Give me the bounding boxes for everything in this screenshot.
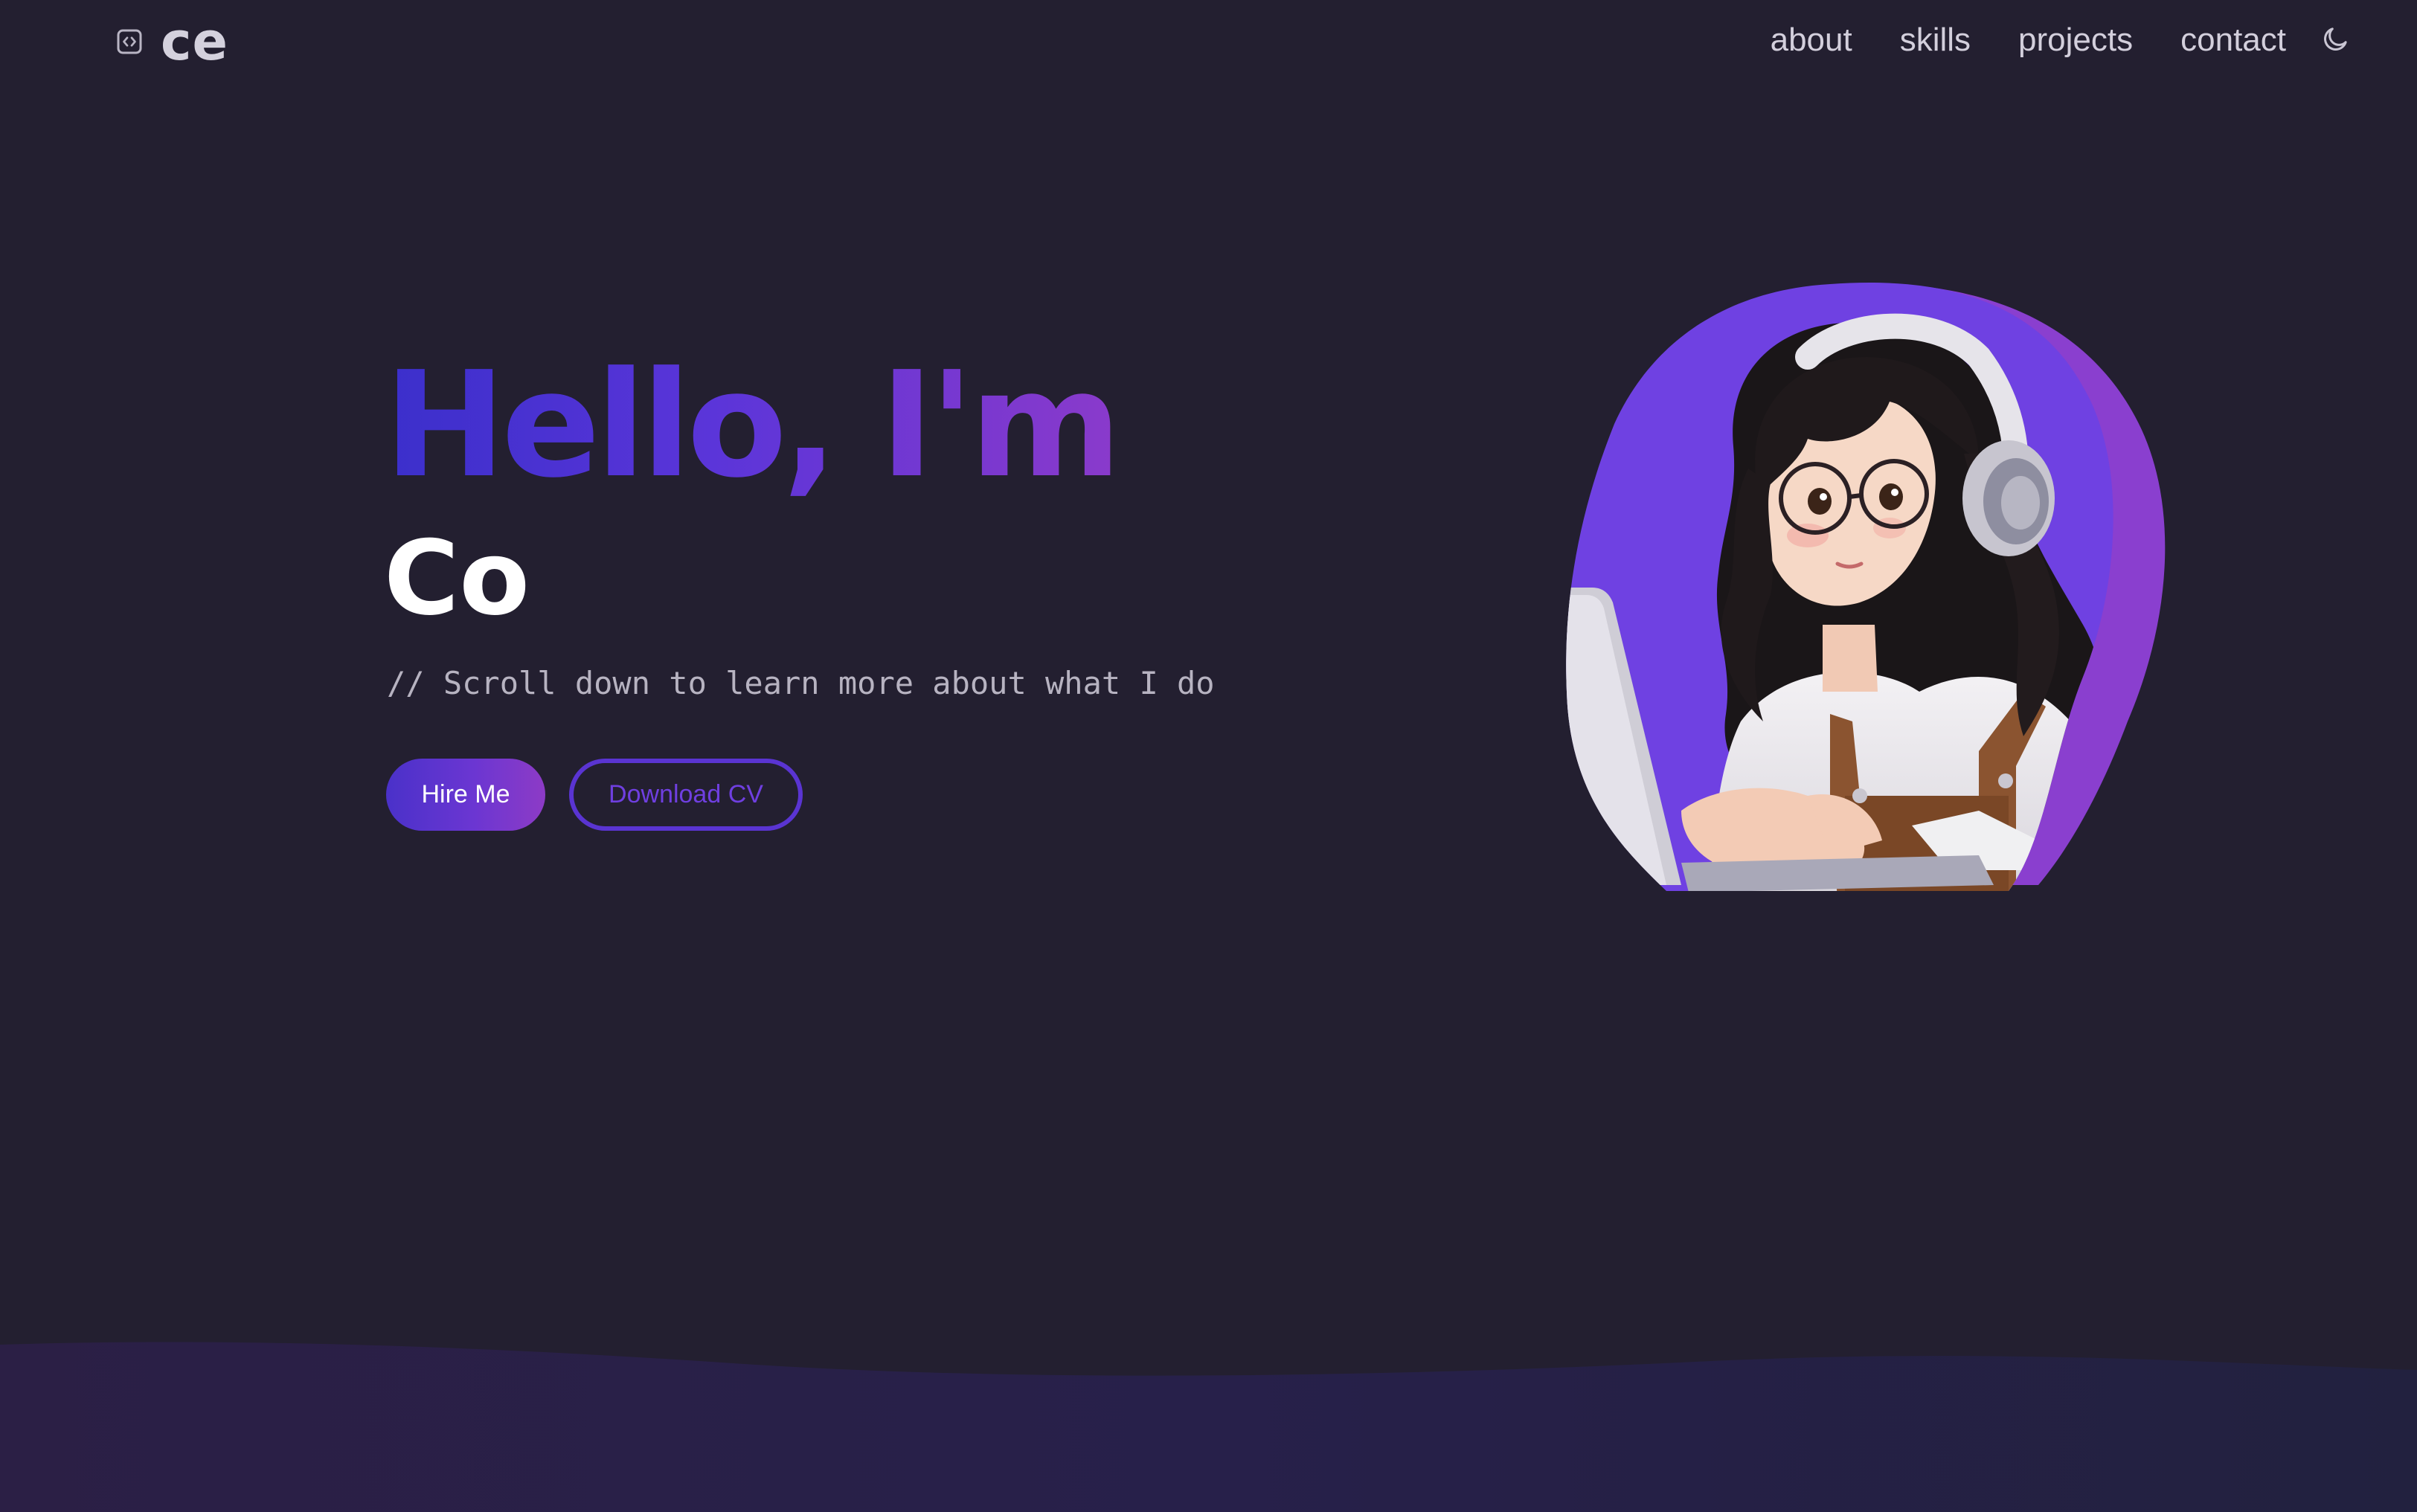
nav-link-contact[interactable]: contact	[2180, 16, 2286, 64]
code-brackets-icon	[117, 29, 142, 54]
hero-avatar-illustration	[1566, 282, 2166, 891]
hero-subtitle: // Scroll down to learn more about what …	[387, 665, 1215, 701]
download-cv-button[interactable]: Download CV	[569, 759, 803, 831]
bottom-wave-decoration	[0, 1342, 2417, 1512]
nav-link-about[interactable]: about	[1771, 16, 1852, 64]
hire-me-button[interactable]: Hire Me	[386, 759, 545, 831]
moon-icon[interactable]	[2320, 25, 2350, 54]
page: ce about skills projects contact Hello, …	[0, 0, 2417, 1512]
brand-logo[interactable]: ce	[116, 10, 228, 73]
navbar: ce about skills projects contact	[0, 0, 2417, 83]
hero-greeting: Hello, I'm	[384, 336, 1122, 515]
nav-link-projects[interactable]: projects	[2018, 16, 2133, 64]
brand-name: ce	[161, 11, 228, 72]
hero-name: Co	[384, 518, 530, 638]
nav-links: about skills projects contact	[1771, 16, 2286, 64]
nav-link-skills[interactable]: skills	[1900, 16, 1971, 64]
